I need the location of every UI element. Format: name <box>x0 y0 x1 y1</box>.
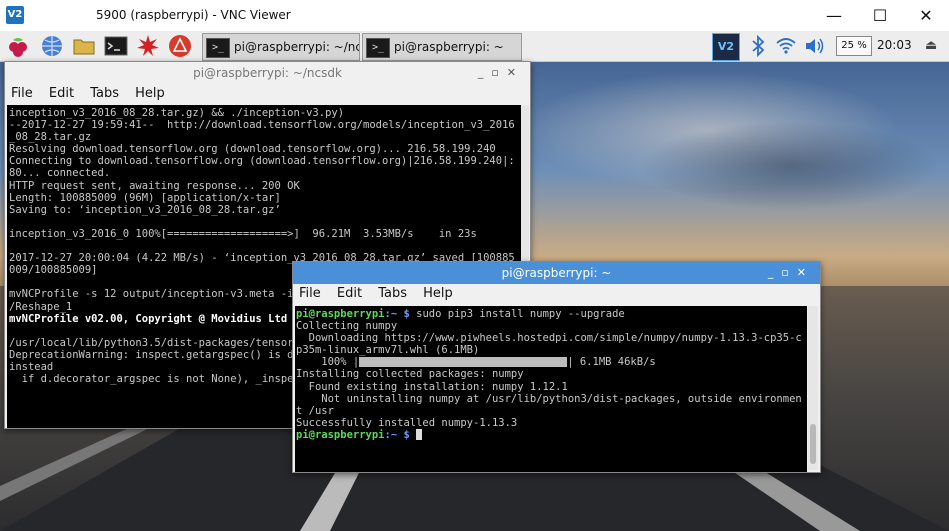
remote-desktop: >_ pi@raspberrypi: ~/nc >_ pi@raspberrypi:… <box>0 31 949 531</box>
taskbar-item-terminal-home[interactable]: >_ pi@raspberrypi: ~ <box>362 33 522 61</box>
menu-tabs[interactable]: Tabs <box>90 86 119 101</box>
clock[interactable]: 20:03 <box>877 38 912 52</box>
progress-prefix: 100% | <box>296 356 360 369</box>
file-manager-icon[interactable] <box>72 34 96 58</box>
output-line: --2017-12-27 19:59:41-- http://download.… <box>9 119 515 132</box>
terminal-output[interactable]: pi@raspberrypi:~ $ sudo pip3 install num… <box>295 306 807 472</box>
prompt-path: :~ $ <box>384 428 410 441</box>
wolfram-icon[interactable] <box>168 34 192 58</box>
cpu-usage-monitor: 25 % <box>836 36 872 56</box>
menu-edit[interactable]: Edit <box>49 86 74 101</box>
minimize-button[interactable]: — <box>811 0 857 31</box>
terminal-scrollbar[interactable] <box>808 306 818 470</box>
window-controls[interactable]: _▫✕ <box>478 62 524 84</box>
menu-file[interactable]: File <box>299 286 321 301</box>
output-line: p35m-linux_armv7l.whl (6.1MB) <box>296 344 480 357</box>
command-line: pi@raspberrypi:~ $ <box>296 429 807 441</box>
bluetooth-icon[interactable] <box>746 34 770 58</box>
output-line: Resolving download.tensorflow.org (downl… <box>9 143 496 156</box>
output-line: Saving to: ‘inception_v3_2016_08_28.tar.… <box>9 203 281 216</box>
progress-suffix: | 6.1MB 46kB/s <box>567 356 656 369</box>
output-line: Found existing installation: numpy 1.12.… <box>296 380 568 393</box>
vnc-server-tray-icon[interactable]: V2 <box>712 33 740 61</box>
output-line: _08_28.tar.gz <box>9 131 92 144</box>
output-line: t /usr <box>296 404 334 417</box>
terminal-menu-bar: File Edit Tabs Help <box>293 284 820 304</box>
vnc-logo-icon: V2 <box>6 6 24 24</box>
wallpaper-cloud <box>640 121 940 211</box>
pip-progress-line: 100% | | 6.1MB 46kB/s <box>296 356 807 368</box>
output-line: HTTP request sent, awaiting response... … <box>9 179 300 192</box>
raspberry-menu-icon[interactable] <box>6 34 30 58</box>
output-line: Not uninstalling numpy at /usr/lib/pytho… <box>296 392 802 405</box>
window-controls[interactable]: _▫✕ <box>768 262 814 284</box>
output-line: 80... connected. <box>9 167 111 180</box>
vnc-title-bar: V2 5900 (raspberrypi) - VNC Viewer — ☐ ✕ <box>0 0 949 32</box>
volume-icon[interactable] <box>803 34 827 58</box>
close-button[interactable]: ✕ <box>903 0 949 31</box>
output-line: inception_v3_2016_0 100%[===============… <box>9 227 477 240</box>
prompt-user: pi@raspberrypi <box>296 428 385 441</box>
taskbar-item-label: pi@raspberrypi: ~/nc <box>234 40 360 54</box>
menu-edit[interactable]: Edit <box>337 286 362 301</box>
mathematica-icon[interactable] <box>136 34 160 58</box>
terminal-icon: >_ <box>366 37 390 58</box>
menu-tabs[interactable]: Tabs <box>378 286 407 301</box>
output-line: Collecting numpy <box>296 320 398 333</box>
taskbar-panel: >_ pi@raspberrypi: ~/nc >_ pi@raspberrypi:… <box>0 31 949 62</box>
taskbar-item-label: pi@raspberrypi: ~ <box>394 40 504 54</box>
terminal-menu-bar: File Edit Tabs Help <box>5 84 530 104</box>
scrollbar-thumb[interactable] <box>810 424 816 464</box>
output-line: Installing collected packages: numpy <box>296 368 524 381</box>
output-line: Downloading https://www.piwheels.hostedp… <box>296 332 802 345</box>
wifi-icon[interactable] <box>774 34 798 58</box>
terminal-icon[interactable] <box>104 34 128 58</box>
menu-help[interactable]: Help <box>423 286 453 301</box>
command-line: pi@raspberrypi:~ $ sudo pip3 install num… <box>296 308 807 320</box>
terminal-title: pi@raspberrypi: ~/ncsdk <box>193 66 342 80</box>
web-browser-icon[interactable] <box>40 34 64 58</box>
output-line: inception_v3_2016_08_28.tar.gz) && ./inc… <box>9 107 345 119</box>
terminal-window-home[interactable]: pi@raspberrypi: ~ _▫✕ File Edit Tabs Hel… <box>292 261 821 473</box>
output-line: Successfully installed numpy-1.13.3 <box>296 416 518 429</box>
eject-icon[interactable]: ⏏ <box>925 38 937 53</box>
maximize-button[interactable]: ☐ <box>857 0 903 31</box>
taskbar-item-terminal-ncsdk[interactable]: >_ pi@raspberrypi: ~/nc <box>202 33 360 61</box>
terminal-icon: >_ <box>206 37 230 58</box>
terminal-title-bar[interactable]: pi@raspberrypi: ~ _▫✕ <box>293 262 820 284</box>
window-title: 5900 (raspberrypi) - VNC Viewer <box>96 8 291 22</box>
output-line: Length: 100885009 (96M) [application/x-t… <box>9 191 281 204</box>
text-cursor <box>416 429 423 441</box>
output-line: Connecting to download.tensorflow.org (d… <box>9 155 515 168</box>
terminal-title-bar[interactable]: pi@raspberrypi: ~/ncsdk _▫✕ <box>5 62 530 84</box>
pip-progress-bar <box>359 357 568 368</box>
prompt-path: :~ $ <box>384 308 410 320</box>
command-text: sudo pip3 install numpy --upgrade <box>409 308 625 320</box>
prompt-user: pi@raspberrypi <box>296 308 385 320</box>
menu-file[interactable]: File <box>11 86 33 101</box>
terminal-title: pi@raspberrypi: ~ <box>501 266 612 280</box>
menu-help[interactable]: Help <box>135 86 165 101</box>
